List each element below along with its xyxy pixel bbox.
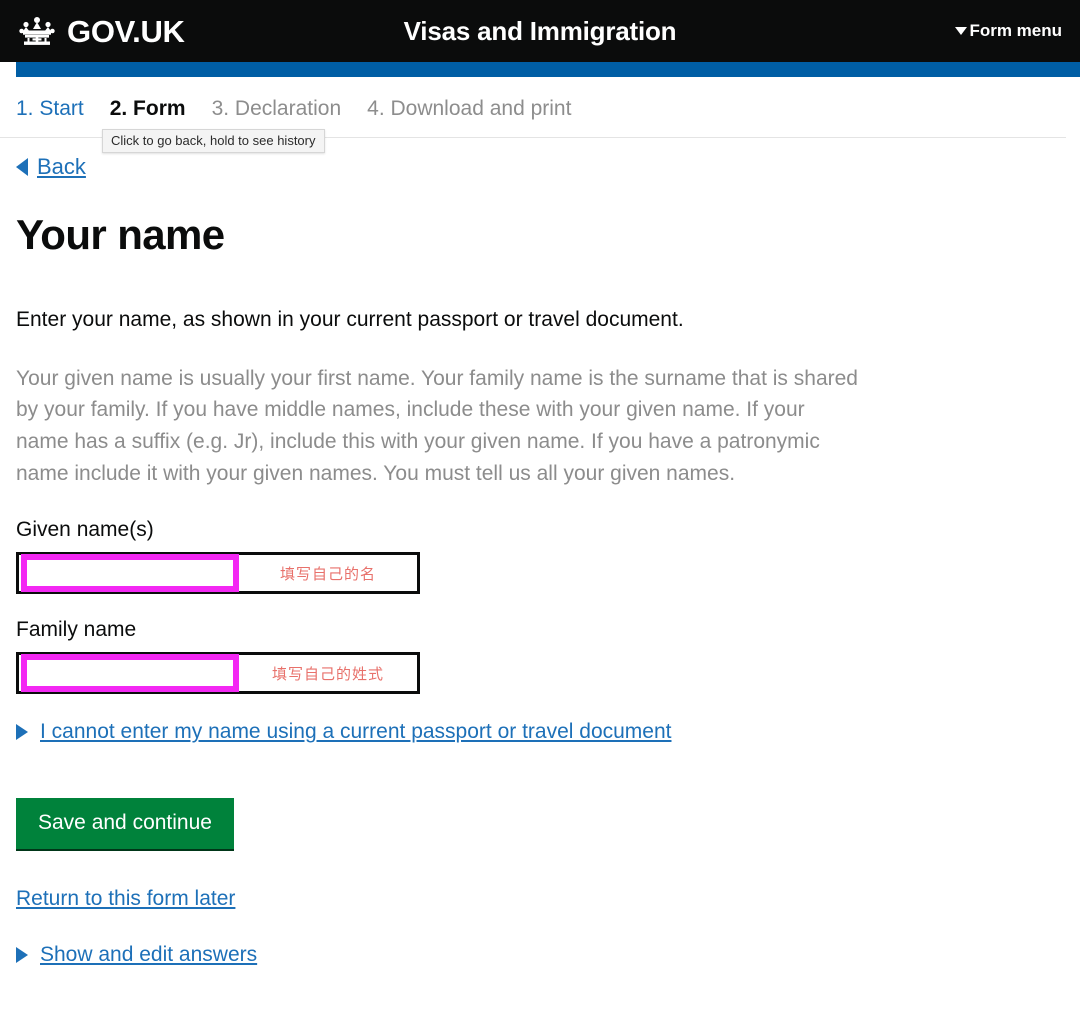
- caret-right-icon: [16, 724, 28, 741]
- step-navigation: 1. Start 2. Form 3. Declaration 4. Downl…: [0, 77, 1066, 153]
- back-link[interactable]: Back: [16, 154, 86, 180]
- cannot-enter-name-details[interactable]: I cannot enter my name using a current p…: [16, 720, 672, 744]
- form-menu-label: Form menu: [969, 21, 1062, 40]
- form-menu-button[interactable]: Form menu: [955, 21, 1080, 41]
- cannot-enter-name-label: I cannot enter my name using a current p…: [40, 720, 672, 744]
- family-name-field-group: Family name 填写自己的姓式: [16, 618, 1064, 695]
- step-form[interactable]: 2. Form: [110, 97, 186, 121]
- main-content: Back Your name Enter your name, as shown…: [0, 154, 1080, 967]
- progress-band: [16, 62, 1080, 77]
- step-start[interactable]: 1. Start: [16, 97, 84, 121]
- save-and-continue-button[interactable]: Save and continue: [16, 798, 234, 852]
- caret-left-icon: [16, 158, 28, 176]
- gov-uk-logo[interactable]: GOV.UK: [0, 15, 185, 47]
- family-name-input[interactable]: [21, 654, 239, 693]
- given-name-annotation: 填写自己的名: [279, 565, 376, 583]
- family-name-label: Family name: [16, 618, 137, 642]
- given-name-label: Given name(s): [16, 518, 154, 542]
- back-link-label: Back: [37, 154, 86, 179]
- show-and-edit-answers[interactable]: Show and edit answers: [16, 943, 257, 967]
- family-name-input-shell: 填写自己的姓式: [16, 652, 420, 695]
- given-name-input-shell: 填写自己的名: [16, 552, 420, 595]
- intro-text: Enter your name, as shown in your curren…: [16, 308, 684, 332]
- back-button-tooltip: Click to go back, hold to see history: [102, 129, 325, 153]
- page-title: Your name: [16, 211, 225, 258]
- return-to-form-later-link[interactable]: Return to this form later: [16, 887, 235, 911]
- given-name-input[interactable]: [21, 554, 239, 593]
- crown-icon: [19, 17, 55, 45]
- chevron-down-icon: [955, 27, 968, 35]
- step-declaration: 3. Declaration: [211, 97, 342, 120]
- gov-uk-header: GOV.UK Visas and Immigration Form menu: [0, 0, 1080, 62]
- hint-text: Your given name is usually your first na…: [16, 366, 858, 486]
- given-name-field-group: Given name(s) 填写自己的名: [16, 518, 1064, 595]
- gov-uk-brand-text: GOV.UK: [67, 13, 185, 49]
- caret-right-icon: [16, 947, 28, 964]
- show-and-edit-answers-label: Show and edit answers: [40, 943, 258, 967]
- step-download-and-print: 4. Download and print: [367, 97, 572, 120]
- family-name-annotation: 填写自己的姓式: [271, 665, 384, 683]
